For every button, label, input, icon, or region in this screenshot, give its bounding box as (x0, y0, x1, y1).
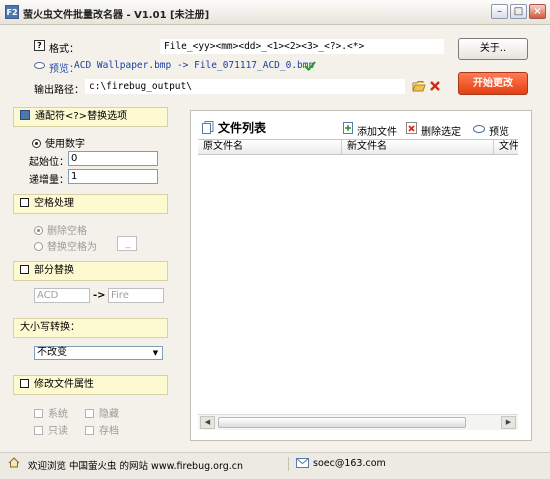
scroll-right-icon[interactable]: ▶ (501, 416, 516, 429)
eye-icon (34, 62, 45, 69)
checkbox-icon (20, 265, 29, 274)
system-attr-label: 系统 (48, 409, 68, 420)
replace-from-input[interactable]: ACD (34, 288, 90, 303)
clear-path-icon[interactable] (430, 81, 440, 91)
checkbox-icon (34, 409, 43, 418)
hidden-attr-label: 隐藏 (99, 409, 119, 420)
checkbox-icon (20, 198, 29, 207)
delete-selected-icon[interactable] (406, 122, 418, 134)
file-list-panel (190, 110, 532, 441)
format-label: 格式： (49, 44, 79, 55)
wildcard-title: 通配符<?>替换选项 (35, 111, 128, 122)
wildcard-section-header: 通配符<?>替换选项 (13, 107, 168, 127)
home-icon[interactable] (8, 457, 20, 468)
mail-icon[interactable] (296, 458, 309, 468)
replace-char-input[interactable]: _ (117, 236, 137, 251)
maximize-icon[interactable]: □ (510, 4, 527, 19)
column-header-original[interactable]: 原文件名 (198, 140, 342, 154)
archive-attr-option[interactable]: 存档 (85, 422, 119, 437)
column-header-file[interactable]: 文件 (494, 140, 518, 154)
scroll-thumb[interactable] (218, 417, 466, 428)
preview-button[interactable]: 预览 (489, 123, 509, 138)
add-file-icon[interactable] (343, 122, 354, 134)
checkbox-icon (20, 379, 29, 388)
attrs-title: 修改文件属性 (34, 379, 94, 390)
output-path-label: 输出路径： (34, 85, 84, 96)
case-selected-value: 不改变 (37, 347, 67, 358)
status-divider (288, 457, 289, 471)
case-select[interactable]: 不改变 ▼ (34, 346, 163, 360)
format-input[interactable]: File_<yy><mm><dd>_<1><2><3>_<?>.<*> (160, 39, 444, 54)
readonly-attr-label: 只读 (48, 426, 68, 437)
start-label: 起始位： (29, 157, 69, 168)
checkbox-icon (85, 409, 94, 418)
about-button[interactable]: 关于.. (458, 38, 528, 60)
minimize-icon[interactable]: – (491, 4, 508, 19)
wildcard-icon (20, 110, 30, 120)
step-label: 递增量： (29, 175, 69, 186)
radio-icon (34, 226, 43, 235)
archive-attr-label: 存档 (99, 426, 119, 437)
partial-title: 部分替换 (34, 265, 74, 276)
scroll-left-icon[interactable]: ◀ (200, 416, 215, 429)
check-icon (304, 61, 316, 71)
file-list-icon (202, 121, 214, 134)
replace-to-input[interactable]: Fire (108, 288, 164, 303)
use-numbers-option[interactable]: 使用数字 (32, 135, 85, 150)
readonly-attr-option[interactable]: 只读 (34, 422, 68, 437)
space-title: 空格处理 (34, 198, 74, 209)
website-link[interactable]: 欢迎浏览 中国萤火虫 的网站 www.firebug.org.cn (28, 458, 243, 472)
checkbox-icon (34, 426, 43, 435)
checkbox-icon (85, 426, 94, 435)
case-section-header: 大小写转换： (13, 318, 168, 338)
preview-eye-icon[interactable] (473, 125, 485, 133)
app-icon: F2 (5, 5, 19, 19)
file-list-header: 原文件名 新文件名 文件 (198, 139, 518, 155)
replace-spaces-option[interactable]: 替换空格为 (34, 238, 97, 253)
column-header-new[interactable]: 新文件名 (342, 140, 494, 154)
horizontal-scrollbar[interactable]: ◀ ▶ (198, 414, 518, 430)
start-input[interactable]: 0 (68, 151, 158, 166)
space-section-header[interactable]: 空格处理 (13, 194, 168, 214)
output-path-input[interactable]: c:\firebug_output\ (85, 79, 405, 94)
delete-spaces-label: 删除空格 (47, 226, 87, 237)
radio-icon (34, 242, 43, 251)
radio-icon (32, 139, 41, 148)
hidden-attr-option[interactable]: 隐藏 (85, 405, 119, 420)
attrs-section-header[interactable]: 修改文件属性 (13, 375, 168, 395)
chevron-down-icon[interactable]: ▼ (150, 348, 161, 358)
add-file-button[interactable]: 添加文件 (357, 123, 397, 138)
email-link[interactable]: soec@163.com (313, 458, 386, 469)
start-rename-button[interactable]: 开始更改 (458, 72, 528, 95)
preview-value: ACD Wallpaper.bmp -> File_071117_ACD_0.b… (74, 60, 315, 71)
system-attr-option[interactable]: 系统 (34, 405, 68, 420)
arrow-label: -> (93, 290, 106, 301)
window-title: 萤火虫文件批量改名器 - V1.01 [未注册] (23, 10, 210, 21)
delete-spaces-option[interactable]: 删除空格 (34, 222, 87, 237)
replace-spaces-label: 替换空格为 (47, 242, 97, 253)
use-numbers-label: 使用数字 (45, 139, 85, 150)
step-input[interactable]: 1 (68, 169, 158, 184)
close-icon[interactable]: × (529, 4, 546, 19)
file-list-title: 文件列表 (218, 121, 267, 135)
folder-open-icon[interactable] (412, 80, 426, 92)
partial-section-header[interactable]: 部分替换 (13, 261, 168, 281)
delete-selected-button[interactable]: 删除选定 (421, 123, 461, 138)
help-icon: ? (34, 40, 45, 51)
case-title: 大小写转换： (20, 322, 80, 333)
